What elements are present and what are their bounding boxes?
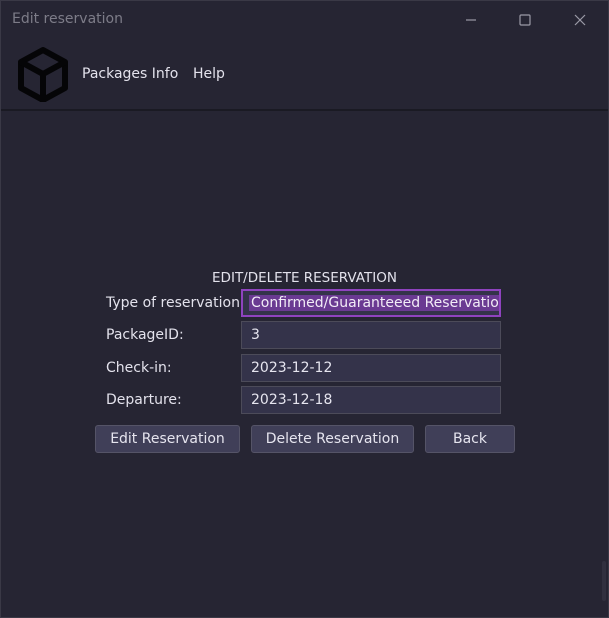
form-title: EDIT/DELETE RESERVATION <box>212 270 397 286</box>
package-id-label: PackageID: <box>106 327 184 343</box>
package-id-field[interactable]: 3 <box>241 321 501 349</box>
check-in-label: Check-in: <box>106 360 172 376</box>
maximize-button[interactable] <box>511 7 539 33</box>
form-panel: EDIT/DELETE RESERVATION Type of reservat… <box>1 111 608 617</box>
menu-packages-info[interactable]: Packages Info <box>82 66 178 82</box>
title-bar[interactable]: Edit reservation <box>1 1 608 39</box>
departure-label: Departure: <box>106 392 182 408</box>
edit-reservation-button[interactable]: Edit Reservation <box>95 425 240 453</box>
reservation-type-value: Confirmed/Guaranteeed Reservation <box>249 295 499 311</box>
departure-field[interactable]: 2023-12-18 <box>241 386 501 414</box>
menu-help[interactable]: Help <box>193 66 225 82</box>
check-in-field[interactable]: 2023-12-12 <box>241 354 501 382</box>
minimize-button[interactable] <box>457 7 485 33</box>
edit-reservation-window: Edit reservation Packages Info Help EDIT… <box>0 0 609 618</box>
header-bar: Packages Info Help <box>1 39 608 109</box>
back-button[interactable]: Back <box>425 425 515 453</box>
delete-reservation-button[interactable]: Delete Reservation <box>251 425 414 453</box>
close-icon <box>574 14 586 26</box>
reservation-type-field[interactable]: Confirmed/Guaranteeed Reservation <box>241 289 501 317</box>
minimize-icon <box>465 14 477 26</box>
window-title: Edit reservation <box>12 11 123 27</box>
reservation-type-label: Type of reservation: <box>106 295 245 311</box>
maximize-icon <box>519 14 531 26</box>
cube-icon <box>15 46 71 103</box>
close-button[interactable] <box>566 7 594 33</box>
scrollbar[interactable] <box>602 561 606 601</box>
